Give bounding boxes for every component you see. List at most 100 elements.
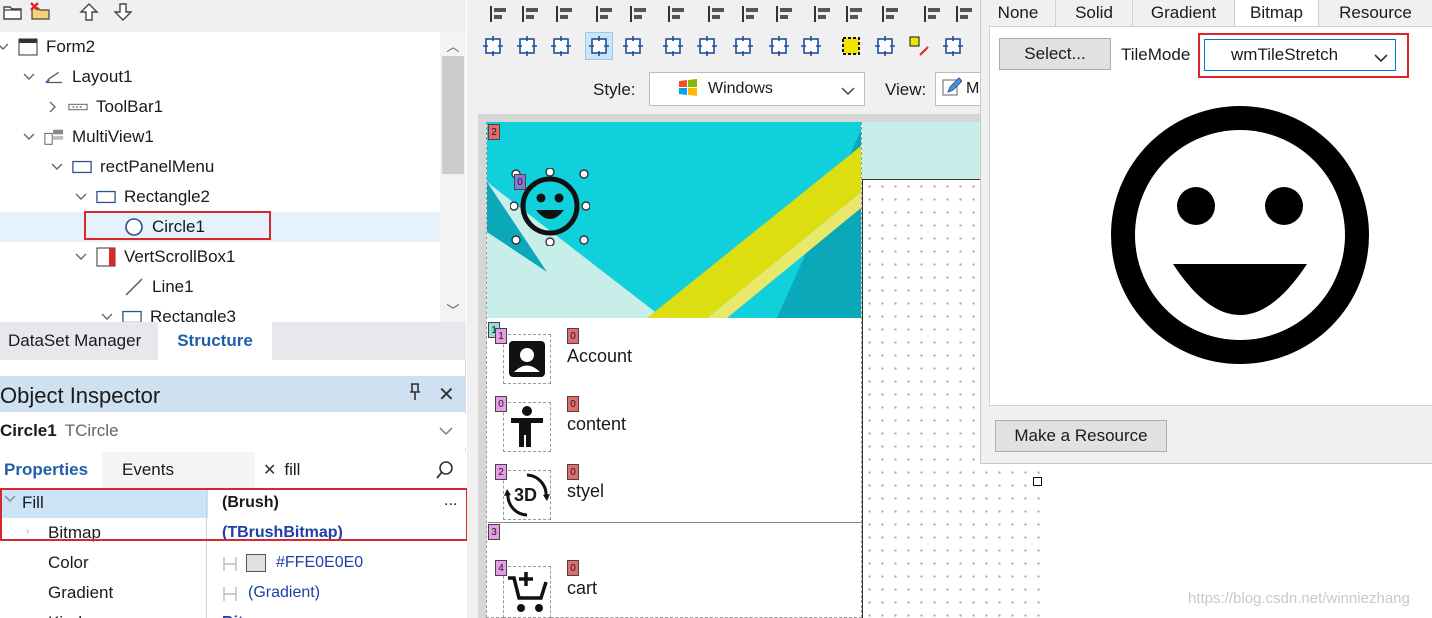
align-center-icon[interactable]: [737, 0, 765, 28]
tilemode-combo[interactable]: wmTileStretch: [1204, 39, 1396, 71]
property-row-gradient[interactable]: Gradient (Gradient): [0, 578, 466, 608]
property-search-input[interactable]: fill: [284, 460, 300, 480]
tab-structure[interactable]: Structure: [158, 322, 272, 360]
property-value[interactable]: (Brush): [208, 488, 466, 518]
wand-icon[interactable]: [871, 32, 899, 60]
chevron-down-icon[interactable]: [1373, 49, 1389, 69]
chevron-down-icon[interactable]: [74, 190, 88, 204]
tab-events[interactable]: Events: [108, 452, 188, 488]
tab-none[interactable]: None: [981, 0, 1056, 26]
tree-node-multiview1[interactable]: MultiView1: [0, 122, 440, 152]
tab-solid[interactable]: Solid: [1056, 0, 1133, 26]
paint-icon[interactable]: [939, 32, 967, 60]
snap-grid-icon[interactable]: [479, 32, 507, 60]
collapse-icon[interactable]: [4, 493, 16, 508]
move-up-icon[interactable]: [76, 0, 102, 24]
align-bottom-icon[interactable]: [625, 0, 653, 28]
pin-icon[interactable]: [408, 382, 422, 407]
align-middle-icon[interactable]: [771, 0, 799, 28]
property-row-kind[interactable]: Kind Bitmap: [0, 608, 466, 618]
frame-icon[interactable]: [765, 32, 793, 60]
scroll-down-icon[interactable]: ﹀: [440, 298, 466, 320]
menu-item-account[interactable]: Account: [567, 346, 632, 367]
tab-resource[interactable]: Resource: [1319, 0, 1432, 26]
property-search[interactable]: ✕ fill: [255, 452, 466, 488]
color-swatch[interactable]: [246, 554, 266, 572]
align-left-icon[interactable]: [485, 0, 513, 28]
chevron-right-icon[interactable]: [46, 100, 60, 114]
tree-scrollbar[interactable]: ︿ ﹀: [440, 32, 466, 322]
tree-scroll-thumb[interactable]: [442, 56, 464, 174]
menu-item-cart[interactable]: cart: [567, 578, 597, 599]
select-box-icon[interactable]: [837, 32, 865, 60]
menu-item-styel[interactable]: styel: [567, 481, 604, 502]
account-icon-box[interactable]: [503, 334, 551, 384]
resize-handle[interactable]: [1033, 477, 1042, 486]
align-left-edge-icon[interactable]: [703, 0, 731, 28]
tree-node-form2[interactable]: Form2: [0, 32, 440, 62]
chevron-down-icon[interactable]: [74, 250, 88, 264]
tab-properties[interactable]: Properties: [0, 452, 102, 488]
fit-icon[interactable]: [547, 32, 575, 60]
delete-folder-icon[interactable]: [28, 0, 54, 24]
tree-node-rectangle3[interactable]: Rectangle3: [0, 302, 440, 322]
key-icon[interactable]: [905, 32, 933, 60]
property-row-fill[interactable]: Fill (Brush) ...: [0, 488, 466, 518]
tree-node-toolbar1[interactable]: ToolBar1: [0, 92, 440, 122]
ellipsis-button[interactable]: ...: [444, 492, 457, 510]
move-down-icon[interactable]: [110, 0, 136, 24]
make-resource-button[interactable]: Make a Resource: [995, 420, 1167, 452]
size-alt-icon[interactable]: [951, 0, 979, 28]
align-right-icon[interactable]: [517, 0, 545, 28]
stamp-icon[interactable]: [729, 32, 757, 60]
cart-icon-box[interactable]: [503, 566, 551, 618]
property-row-color[interactable]: Color #FFE0E0E0: [0, 548, 466, 578]
menu-item-content[interactable]: content: [567, 414, 626, 435]
tree-node-vertscrollbox1[interactable]: VertScrollBox1: [0, 242, 440, 272]
chevron-down-icon[interactable]: [50, 160, 64, 174]
tree-node-rectangle2[interactable]: Rectangle2: [0, 182, 440, 212]
close-icon[interactable]: ✕: [438, 382, 455, 407]
style-combo[interactable]: Windows: [649, 72, 865, 106]
chevron-down-icon[interactable]: [22, 130, 36, 144]
select-button[interactable]: Select...: [999, 38, 1111, 70]
clear-search-icon[interactable]: ✕: [263, 460, 276, 480]
tab-gradient[interactable]: Gradient: [1133, 0, 1235, 26]
size-icon[interactable]: [919, 0, 947, 28]
property-value[interactable]: Bitmap: [222, 608, 276, 618]
tree-node-circle1[interactable]: Circle1: [0, 212, 440, 242]
search-icon[interactable]: [435, 460, 455, 485]
tab-dataset-manager[interactable]: DataSet Manager: [0, 322, 156, 360]
space-equal-icon[interactable]: [663, 0, 691, 28]
chevron-down-icon[interactable]: [0, 40, 10, 54]
open-folder-icon[interactable]: [0, 0, 26, 24]
space-horz-icon[interactable]: [841, 0, 869, 28]
chevron-down-icon[interactable]: [840, 82, 856, 102]
align-center-h-icon[interactable]: [551, 0, 579, 28]
tree-node-rectpanelmenu[interactable]: rectPanelMenu: [0, 152, 440, 182]
property-row-bitmap[interactable]: › Bitmap (TBrushBitmap): [0, 518, 466, 548]
scroll-up-icon[interactable]: ︿: [440, 34, 466, 56]
chevron-down-icon[interactable]: [100, 310, 114, 322]
chevron-down-icon[interactable]: [22, 70, 36, 84]
space-vert-icon[interactable]: [809, 0, 837, 28]
tree-node-layout1[interactable]: Layout1: [0, 62, 440, 92]
copy-icon[interactable]: [693, 32, 721, 60]
tree-node-line1[interactable]: Line1: [0, 272, 440, 302]
image-icon[interactable]: [619, 32, 647, 60]
distribute-icon[interactable]: [877, 0, 905, 28]
property-value[interactable]: (TBrushBitmap): [222, 518, 343, 548]
expand-icon[interactable]: ›: [26, 526, 29, 537]
crosshair-icon[interactable]: [585, 32, 613, 60]
styel-icon-box[interactable]: 3D: [503, 470, 551, 520]
content-icon-box[interactable]: [503, 402, 551, 452]
property-value[interactable]: #FFE0E0E0: [276, 548, 363, 578]
table-icon[interactable]: [797, 32, 825, 60]
align-top-icon[interactable]: [591, 0, 619, 28]
chevron-down-icon[interactable]: [438, 422, 454, 442]
property-value[interactable]: (Gradient): [248, 578, 320, 608]
grid-icon[interactable]: [659, 32, 687, 60]
object-selector[interactable]: Circle1 TCircle: [0, 414, 466, 448]
center-icon[interactable]: [513, 32, 541, 60]
tab-bitmap[interactable]: Bitmap: [1235, 0, 1319, 26]
